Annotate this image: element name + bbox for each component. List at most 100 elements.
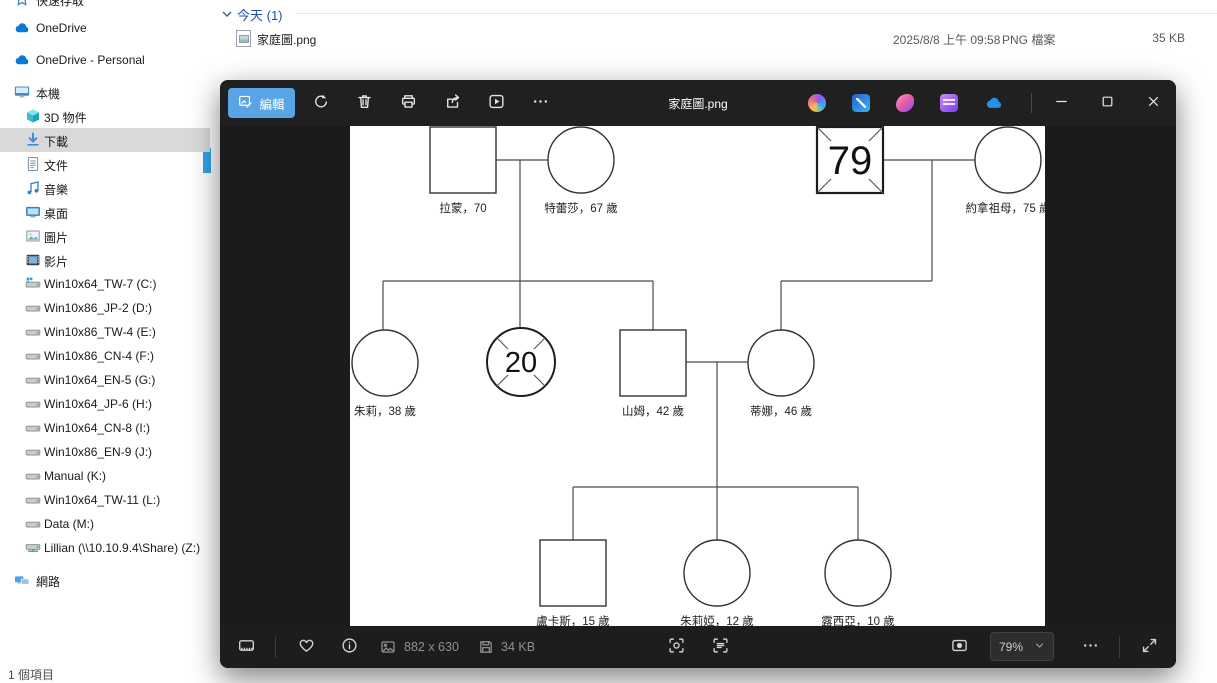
sidebar-item-desktop[interactable]: 桌面: [0, 200, 210, 224]
file-size: 35 KB: [1152, 31, 1185, 45]
file-name[interactable]: 家庭圖.png: [257, 31, 316, 48]
sidebar-item-this-pc[interactable]: 本機: [0, 80, 210, 104]
filmstrip-button[interactable]: [230, 631, 262, 663]
explorer-sidebar: 快速存取 OneDrive OneDrive - Personal 本機 3D 物件下載…: [0, 0, 211, 682]
sidebar-item-drive-c[interactable]: Win10x64_TW-7 (C:): [0, 272, 210, 296]
sidebar-item-drive-g[interactable]: Win10x64_EN-5 (G:): [0, 368, 210, 392]
sidebar-item-drive-h[interactable]: Win10x64_JP-6 (H:): [0, 392, 210, 416]
sidebar-item-drive-i[interactable]: Win10x64_CN-8 (I:): [0, 416, 210, 440]
delete-button[interactable]: [348, 87, 380, 119]
photo-canvas[interactable]: 拉蒙，70 特蕾莎，67 歲 79 約拿祖母，75 歲朱莉，38 歲 20 山姆，42 歲…: [350, 126, 1045, 626]
filesize-icon: [478, 639, 494, 655]
sidebar-item-documents[interactable]: 文件: [0, 152, 210, 176]
person-name-label: 露西亞，10 歲: [821, 614, 895, 626]
drive-icon: [25, 420, 41, 436]
minimize-button[interactable]: [1038, 80, 1084, 126]
sidebar-item-drive-k[interactable]: Manual (K:): [0, 464, 210, 488]
cloud-icon: [14, 52, 30, 68]
drive-win-icon: [25, 276, 41, 292]
fullscreen-button[interactable]: [1133, 631, 1165, 663]
drive-icon: [25, 348, 41, 364]
zoom-fill-button[interactable]: [943, 631, 975, 663]
person-tina: [747, 329, 815, 397]
edit-button[interactable]: 編輯: [228, 88, 295, 118]
maximize-button[interactable]: [1084, 80, 1130, 126]
sidebar-item-label: Data (M:): [44, 517, 95, 531]
more-options-button[interactable]: [1074, 631, 1106, 663]
sidebar-item-label: Manual (K:): [44, 469, 107, 483]
file-date: 2025/8/8 上午 09:58: [893, 33, 1001, 47]
rotate-icon: [312, 93, 329, 113]
file-row[interactable]: 家庭圖.png 2025/8/8 上午 09:58 PNG 檔案 35 KB: [221, 27, 1217, 49]
designer-icon[interactable]: [852, 94, 870, 112]
person-name-label: 拉蒙，70: [439, 201, 486, 215]
sidebar-item-videos[interactable]: 影片: [0, 248, 210, 272]
star-icon: [14, 0, 30, 7]
pc-icon: [14, 84, 30, 100]
dimensions-icon: [380, 639, 396, 655]
doc-icon: [25, 156, 41, 172]
info-button[interactable]: [333, 631, 365, 663]
sidebar-item-pictures[interactable]: 圖片: [0, 224, 210, 248]
drive-icon: [25, 468, 41, 484]
chevron-down-icon: [1034, 640, 1045, 654]
sidebar-item-label: 快速存取: [36, 0, 85, 8]
cloud-icon: [14, 20, 30, 36]
favorite-button[interactable]: [290, 631, 322, 663]
paint-icon[interactable]: [896, 94, 914, 112]
close-icon: [1146, 94, 1161, 112]
close-button[interactable]: [1130, 80, 1176, 126]
rotate-button[interactable]: [304, 87, 336, 119]
sidebar-item-drive-f[interactable]: Win10x86_CN-4 (F:): [0, 344, 210, 368]
explorer-status-bar: 1 個項目: [8, 668, 55, 682]
sidebar-item-downloads[interactable]: 下載: [0, 128, 210, 152]
clipchamp-icon[interactable]: [940, 94, 958, 112]
person-name-label: 約拿祖母，75 歲: [966, 201, 1046, 215]
sidebar-item-drive-z[interactable]: Lillian (\\10.10.9.4\Share) (Z:): [0, 536, 210, 560]
share-icon: [444, 93, 461, 113]
sidebar-item-drive-l[interactable]: Win10x64_TW-11 (L:): [0, 488, 210, 512]
slideshow-button[interactable]: [480, 87, 512, 119]
person-sam: [619, 329, 687, 397]
person-name-label: 朱莉，38 歲: [354, 404, 416, 418]
copilot-icon[interactable]: [808, 94, 826, 112]
maximize-icon: [1100, 94, 1115, 112]
sidebar-item-onedrive[interactable]: OneDrive: [0, 16, 210, 40]
sidebar-item-label: 音樂: [44, 183, 69, 197]
window-title: 家庭圖.png: [668, 97, 728, 111]
sidebar-item-3d-objects[interactable]: 3D 物件: [0, 104, 210, 128]
image-file-size: 34 KB: [501, 640, 536, 654]
share-button[interactable]: [436, 87, 468, 119]
chevron-down-icon[interactable]: [221, 8, 233, 20]
ocr-button[interactable]: [704, 631, 736, 663]
image-file-icon: [236, 30, 251, 47]
sidebar-item-label: 網路: [36, 575, 61, 589]
photos-title-bar[interactable]: 編輯 家庭圖.png: [220, 80, 1176, 126]
bottombar-divider: [1119, 636, 1120, 658]
zoom-actual-button[interactable]: [660, 631, 692, 663]
sidebar-item-drive-e[interactable]: Win10x86_TW-4 (E:): [0, 320, 210, 344]
zoom-level-value: 79%: [999, 639, 1024, 654]
more-button[interactable]: [524, 87, 556, 119]
sidebar-item-music[interactable]: 音樂: [0, 176, 210, 200]
sidebar-item-onedrive-personal[interactable]: OneDrive - Personal: [0, 48, 210, 72]
person-lucas: [539, 539, 607, 607]
sidebar-item-label: Win10x64_TW-7 (C:): [44, 277, 157, 291]
sidebar-item-drive-j[interactable]: Win10x86_EN-9 (J:): [0, 440, 210, 464]
sidebar-item-label: Lillian (\\10.10.9.4\Share) (Z:): [44, 541, 201, 555]
print-button[interactable]: [392, 87, 424, 119]
zoom-level-dropdown[interactable]: 79%: [990, 632, 1054, 661]
sidebar-item-label: 下載: [44, 135, 69, 149]
onedrive-icon[interactable]: [984, 94, 1002, 112]
person-julia: [683, 539, 751, 607]
edit-button-label: 編輯: [259, 97, 285, 112]
sidebar-item-label: Win10x86_JP-2 (D:): [44, 301, 153, 315]
desktopfolder-icon: [25, 204, 41, 220]
sidebar-item-drive-d[interactable]: Win10x86_JP-2 (D:): [0, 296, 210, 320]
person-teresa: [547, 126, 615, 194]
sidebar-item-network[interactable]: 網路: [0, 568, 210, 592]
person-grandmother-jonah: [974, 126, 1042, 194]
sidebar-item-quick-access[interactable]: 快速存取: [0, 0, 210, 11]
photos-app-window: 編輯 家庭圖.png 拉蒙，70 特蕾莎，67 歲 79 約拿祖母，75 歲朱莉，38…: [220, 80, 1176, 668]
sidebar-item-drive-m[interactable]: Data (M:): [0, 512, 210, 536]
